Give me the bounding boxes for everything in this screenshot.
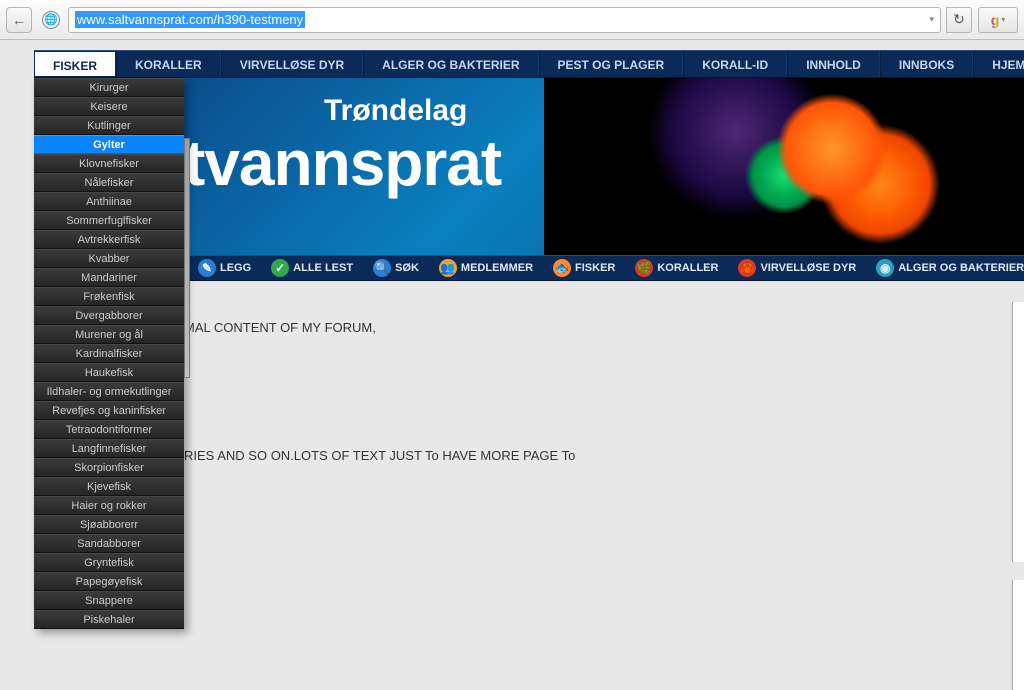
forum-content: MAL CONTENT OF MY FORUM, RIES AND SO ON.… [184, 290, 1004, 473]
toolbar-label: VIRVELLØSE DYR [760, 262, 856, 274]
dropdown-item-avtrekkerfisk[interactable]: Avtrekkerfisk [34, 230, 184, 249]
back-button[interactable]: ← [6, 7, 32, 33]
dropdown-item-mandariner[interactable]: Mandariner [34, 268, 184, 287]
dropdown-item-haukefisk[interactable]: Haukefisk [34, 363, 184, 382]
google-icon: g [991, 12, 1000, 28]
url-bar[interactable]: www.saltvannsprat.com/h390-testmeny ▾ [68, 7, 941, 33]
url-text: www.saltvannsprat.com/h390-testmeny [75, 11, 305, 28]
chevron-down-icon[interactable]: ▾ [929, 14, 934, 25]
reload-button[interactable]: ↻ [946, 7, 972, 33]
toolbar-label: ALGER OG BAKTERIER [898, 262, 1024, 274]
dropdown-item-langfinnefisker[interactable]: Langfinnefisker [34, 439, 184, 458]
dropdown-item-dvergabborer[interactable]: Dvergabborer [34, 306, 184, 325]
dropdown-item-sandabborer[interactable]: Sandabborer [34, 534, 184, 553]
scrollbar[interactable] [184, 138, 190, 378]
toolbar-koraller[interactable]: 🌿 KORALLER [627, 255, 726, 281]
algae-icon: ◉ [876, 259, 894, 277]
browser-toolbar: ← 🌐 www.saltvannsprat.com/h390-testmeny … [0, 0, 1024, 40]
toolbar-alger-og-bakterier[interactable]: ◉ ALGER OG BAKTERIER [868, 255, 1024, 281]
icon-toolbar: ✎ LEGG ✓ ALLE LEST 🔍 SØK 👥 MEDLEMMER 🐟 FISKER 🌿 KOR… [184, 255, 1024, 281]
dropdown-item-kardinalfisker[interactable]: Kardinalfisker [34, 344, 184, 363]
pencil-icon: ✎ [198, 259, 216, 277]
dropdown-item-snappere[interactable]: Snappere [34, 591, 184, 610]
toolbar-label: ALLE LEST [293, 262, 353, 274]
dropdown-item-keisere[interactable]: Keisere [34, 97, 184, 116]
toolbar-legg[interactable]: ✎ LEGG [190, 255, 259, 281]
nav-item-innhold[interactable]: INNHOLD [787, 51, 880, 77]
coral-icon: 🌿 [635, 259, 653, 277]
toolbar-søk[interactable]: 🔍 SØK [365, 255, 427, 281]
chevron-down-icon: ▾ [1001, 15, 1005, 24]
dropdown-item-murener-og-ål[interactable]: Murener og ål [34, 325, 184, 344]
toolbar-fisker[interactable]: 🐟 FISKER [545, 255, 623, 281]
fisker-dropdown: KirurgerKeisereKutlingerGylterKlovnefisk… [34, 78, 184, 629]
right-widget-1 [1012, 302, 1024, 562]
page-body: FISKERKORALLERVIRVELLØSE DYRALGER OG BAK… [0, 40, 1024, 669]
nav-item-innboks[interactable]: INNBOKS [880, 51, 973, 77]
dropdown-item-piskehaler[interactable]: Piskehaler [34, 610, 184, 629]
coral-image [544, 78, 1024, 255]
dropdown-item-frøkenfisk[interactable]: Frøkenfisk [34, 287, 184, 306]
dropdown-item-klovnefisker[interactable]: Klovnefisker [34, 154, 184, 173]
nav-item-hjem[interactable]: HJEM [973, 51, 1024, 77]
dropdown-item-kutlinger[interactable]: Kutlinger [34, 116, 184, 135]
nav-item-virvell-se-dyr[interactable]: VIRVELLØSE DYR [221, 51, 363, 77]
dropdown-item-ildhaler-og-ormekutlinger[interactable]: Ildhaler- og ormekutlinger [34, 382, 184, 401]
right-widget-2 [1012, 580, 1024, 690]
dropdown-item-sjøabborerr[interactable]: Sjøabborerr [34, 515, 184, 534]
main-nav: FISKERKORALLERVIRVELLØSE DYRALGER OG BAK… [34, 50, 1024, 78]
dropdown-item-gryntefisk[interactable]: Gryntefisk [34, 553, 184, 572]
banner-title-1: Trøndelag [324, 94, 467, 128]
toolbar-alle-lest[interactable]: ✓ ALLE LEST [263, 255, 361, 281]
check-icon: ✓ [271, 259, 289, 277]
toolbar-label: MEDLEMMER [461, 262, 533, 274]
search-engine-button[interactable]: g ▾ [978, 7, 1018, 33]
toolbar-medlemmer[interactable]: 👥 MEDLEMMER [431, 255, 541, 281]
members-icon: 👥 [439, 259, 457, 277]
nav-item-fisker[interactable]: FISKER [34, 51, 116, 77]
banner-title-2: tvannsprat [184, 126, 501, 200]
dropdown-item-skorpionfisker[interactable]: Skorpionfisker [34, 458, 184, 477]
nav-item-koraller[interactable]: KORALLER [116, 51, 221, 77]
dropdown-item-papegøyefisk[interactable]: Papegøyefisk [34, 572, 184, 591]
toolbar-label: KORALLER [657, 262, 718, 274]
reload-icon: ↻ [953, 11, 965, 28]
toolbar-virvelløse-dyr[interactable]: 🦀 VIRVELLØSE DYR [730, 255, 864, 281]
dropdown-item-kjevefisk[interactable]: Kjevefisk [34, 477, 184, 496]
dropdown-item-kvabber[interactable]: Kvabber [34, 249, 184, 268]
toolbar-label: SØK [395, 262, 419, 274]
nav-item-alger-og-bakterier[interactable]: ALGER OG BAKTERIER [363, 51, 538, 77]
site-banner: Trøndelag tvannsprat [184, 78, 1024, 255]
dropdown-item-haier-og-rokker[interactable]: Haier og rokker [34, 496, 184, 515]
dropdown-item-tetraodontiformer[interactable]: Tetraodontiformer [34, 420, 184, 439]
dropdown-item-kirurger[interactable]: Kirurger [34, 78, 184, 97]
dropdown-item-nålefisker[interactable]: Nålefisker [34, 173, 184, 192]
toolbar-label: FISKER [575, 262, 615, 274]
nav-item-pest-og-plager[interactable]: PEST OG PLAGER [539, 51, 684, 77]
dropdown-item-anthiinae[interactable]: Anthiinae [34, 192, 184, 211]
search-icon: 🔍 [373, 259, 391, 277]
dropdown-item-revefjes-og-kaninfisker[interactable]: Revefjes og kaninfisker [34, 401, 184, 420]
content-line-1: MAL CONTENT OF MY FORUM, [184, 318, 1004, 338]
content-line-2: RIES AND SO ON.LOTS OF TEXT JUST To HAVE… [184, 446, 1004, 466]
arrow-left-icon: ← [12, 12, 26, 28]
dropdown-item-sommerfuglfisker[interactable]: Sommerfuglfisker [34, 211, 184, 230]
crab-icon: 🦀 [738, 259, 756, 277]
dropdown-item-gylter[interactable]: Gylter [34, 135, 184, 154]
toolbar-label: LEGG [220, 262, 251, 274]
globe-icon: 🌐 [42, 11, 60, 29]
fish-icon: 🐟 [553, 259, 571, 277]
nav-item-korall-id[interactable]: KORALL-ID [683, 51, 787, 77]
